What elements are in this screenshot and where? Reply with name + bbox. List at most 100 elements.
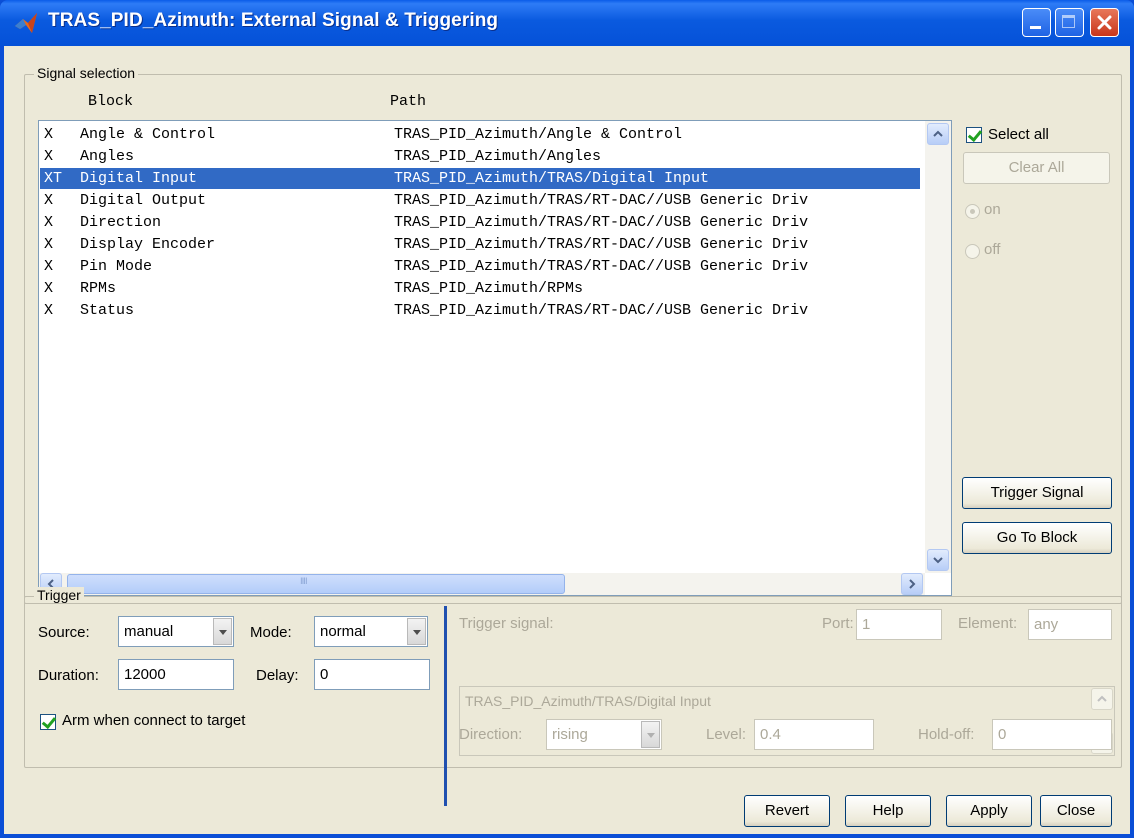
delay-input[interactable]: 0 xyxy=(314,659,430,690)
delay-label: Delay: xyxy=(256,667,299,684)
off-radio-label: off xyxy=(984,241,1001,258)
signal-path: TRAS_PID_Azimuth/Angle & Control xyxy=(394,126,683,143)
holdoff-label: Hold-off: xyxy=(918,726,975,743)
vertical-scrollbar[interactable] xyxy=(925,121,951,573)
signal-path: TRAS_PID_Azimuth/TRAS/RT-DAC//USB Generi… xyxy=(394,192,809,209)
source-value: manual xyxy=(124,623,174,640)
signal-row[interactable]: X Angle & Control TRAS_PID_Azimuth/Angle &… xyxy=(40,124,920,145)
signal-list[interactable]: X Angle & Control TRAS_PID_Azimuth/Angle &… xyxy=(38,120,952,596)
signal-block-name: Digital Output xyxy=(80,192,207,209)
port-input[interactable]: 1 xyxy=(856,609,942,640)
signal-row[interactable]: X Status TRAS_PID_Azimuth/TRAS/RT-DAC//USB… xyxy=(40,300,920,321)
textarea-scroll-up-button xyxy=(1091,688,1113,710)
signal-row[interactable]: X Pin Mode TRAS_PID_Azimuth/TRAS/RT-DAC//U… xyxy=(40,256,920,277)
element-label: Element: xyxy=(958,615,1018,632)
signal-flag: XT xyxy=(44,170,63,187)
signal-block-name: Status xyxy=(80,302,135,319)
signal-row[interactable]: X RPMs TRAS_PID_Azimuth/RPMs xyxy=(40,278,920,299)
select-all-label[interactable]: Select all xyxy=(988,126,1049,143)
signal-path: TRAS_PID_Azimuth/TRAS/RT-DAC//USB Generi… xyxy=(394,214,809,231)
mode-select[interactable]: normal xyxy=(314,616,428,647)
trigger-signal-label: Trigger signal: xyxy=(459,615,554,632)
arm-checkbox[interactable] xyxy=(40,714,56,730)
direction-label: Direction: xyxy=(459,726,523,743)
signal-block-name: Angles xyxy=(80,148,135,165)
scroll-up-button[interactable] xyxy=(927,123,949,145)
maximize-button[interactable] xyxy=(1055,8,1084,37)
signal-flag: X xyxy=(44,214,54,231)
trigger-divider xyxy=(444,606,447,806)
direction-select[interactable]: rising xyxy=(546,719,662,750)
scroll-down-button[interactable] xyxy=(927,549,949,571)
title-bar[interactable]: TRAS_PID_Azimuth: External Signal & Trig… xyxy=(0,0,1134,46)
signal-row[interactable]: X Direction TRAS_PID_Azimuth/TRAS/RT-DAC//… xyxy=(40,212,920,233)
help-button[interactable]: Help xyxy=(845,795,931,827)
matlab-logo-icon xyxy=(15,13,37,33)
window-title: TRAS_PID_Azimuth: External Signal & Trig… xyxy=(48,10,499,31)
signal-block-name: Angle & Control xyxy=(80,126,216,143)
chevron-up-icon xyxy=(1097,695,1107,702)
signal-row[interactable]: X Digital Output TRAS_PID_Azimuth/TRAS/RT-… xyxy=(40,190,920,211)
dialog-window: TRAS_PID_Azimuth: External Signal & Trig… xyxy=(0,0,1134,838)
signal-path: TRAS_PID_Azimuth/RPMs xyxy=(394,280,584,297)
signal-row[interactable]: X Display Encoder TRAS_PID_Azimuth/TRAS/RT… xyxy=(40,234,920,255)
apply-button[interactable]: Apply xyxy=(946,795,1032,827)
signal-row[interactable]: X Angles TRAS_PID_Azimuth/Angles xyxy=(40,146,920,167)
signal-flag: X xyxy=(44,280,54,297)
dropdown-arrow-icon xyxy=(641,721,660,748)
off-radio[interactable] xyxy=(965,244,980,259)
signal-flag: X xyxy=(44,236,54,253)
on-radio[interactable] xyxy=(965,204,980,219)
signal-path: TRAS_PID_Azimuth/Angles xyxy=(394,148,602,165)
signal-flag: X xyxy=(44,302,54,319)
source-label: Source: xyxy=(38,624,90,641)
holdoff-input[interactable]: 0 xyxy=(992,719,1112,750)
on-radio-label: on xyxy=(984,201,1001,218)
signal-selection-label: Signal selection xyxy=(34,65,139,81)
close-icon xyxy=(1097,15,1112,30)
signal-block-name: Pin Mode xyxy=(80,258,153,275)
signal-flag: X xyxy=(44,126,54,143)
signal-block-name: Direction xyxy=(80,214,162,231)
mode-value: normal xyxy=(320,623,366,640)
source-select[interactable]: manual xyxy=(118,616,234,647)
horizontal-scrollbar[interactable]: IIII xyxy=(39,573,925,595)
dropdown-arrow-icon xyxy=(407,618,426,645)
signal-flag: X xyxy=(44,148,54,165)
signal-path: TRAS_PID_Azimuth/TRAS/Digital Input xyxy=(394,170,710,187)
column-header-block: Block xyxy=(88,93,134,110)
clear-all-button[interactable]: Clear All xyxy=(963,152,1110,184)
duration-label: Duration: xyxy=(38,667,99,684)
scroll-grip: IIII xyxy=(300,577,308,587)
signal-path: TRAS_PID_Azimuth/TRAS/RT-DAC//USB Generi… xyxy=(394,236,809,253)
signal-block-name: Digital Input xyxy=(80,170,198,187)
signal-path: TRAS_PID_Azimuth/TRAS/RT-DAC//USB Generi… xyxy=(394,258,809,275)
dialog-body: Signal selection Block Path X Angle & Con… xyxy=(4,46,1130,834)
signal-flag: X xyxy=(44,192,54,209)
signal-block-name: RPMs xyxy=(80,280,117,297)
close-button[interactable]: Close xyxy=(1040,795,1112,827)
direction-value: rising xyxy=(552,726,588,743)
go-to-block-button[interactable]: Go To Block xyxy=(962,522,1112,554)
signal-path: TRAS_PID_Azimuth/TRAS/RT-DAC//USB Generi… xyxy=(394,302,809,319)
duration-input[interactable]: 12000 xyxy=(118,659,234,690)
scroll-right-button[interactable] xyxy=(901,573,923,595)
trigger-signal-button[interactable]: Trigger Signal xyxy=(962,477,1112,509)
column-header-path: Path xyxy=(390,93,427,110)
minimize-button[interactable] xyxy=(1022,8,1051,37)
select-all-checkbox[interactable] xyxy=(966,127,982,143)
element-input[interactable]: any xyxy=(1028,609,1112,640)
signal-block-name: Display Encoder xyxy=(80,236,216,253)
level-input[interactable]: 0.4 xyxy=(754,719,874,750)
mode-label: Mode: xyxy=(250,624,292,641)
horizontal-scroll-thumb[interactable]: IIII xyxy=(67,574,565,594)
close-window-button[interactable] xyxy=(1090,8,1119,37)
chevron-up-icon xyxy=(933,130,943,137)
port-label: Port: xyxy=(822,615,854,632)
revert-button[interactable]: Revert xyxy=(744,795,830,827)
arm-label[interactable]: Arm when connect to target xyxy=(62,712,245,729)
chevron-right-icon xyxy=(909,579,916,589)
signal-flag: X xyxy=(44,258,54,275)
signal-row[interactable]: XT Digital Input TRAS_PID_Azimuth/TRAS/Dig… xyxy=(40,168,920,189)
dropdown-arrow-icon xyxy=(213,618,232,645)
